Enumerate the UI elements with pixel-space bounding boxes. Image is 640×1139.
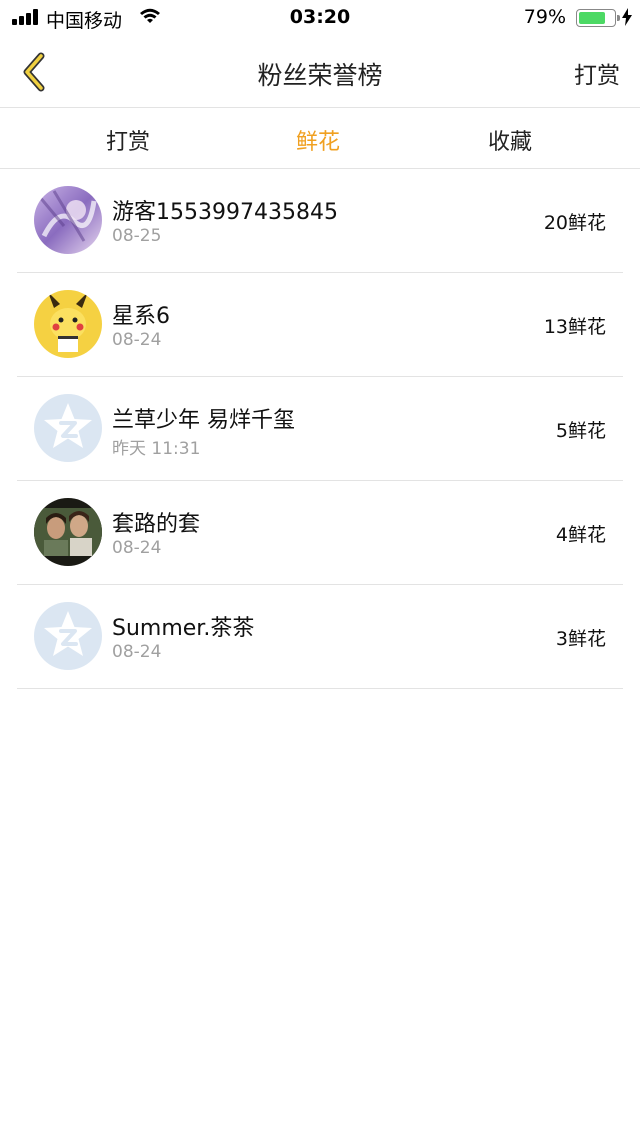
tab-reward[interactable]: 打赏	[68, 124, 188, 156]
date-label: 08-24	[112, 330, 162, 350]
date-label: 08-24	[112, 538, 162, 558]
tab-flowers[interactable]: 鲜花	[258, 124, 378, 156]
avatar[interactable]	[34, 498, 102, 566]
user-name: 兰草少年 易烊千玺	[112, 408, 295, 433]
flower-count: 4鲜花	[555, 524, 606, 546]
list-item[interactable]: 兰草少年 易烊千玺 昨天 11:31 5鲜花	[17, 377, 623, 481]
nav-bar: 粉丝荣誉榜 打赏	[0, 36, 640, 108]
date-label: 08-24	[112, 642, 162, 662]
battery-percent: 79%	[523, 6, 566, 28]
tab-bar: 打赏 鲜花 收藏	[0, 108, 640, 169]
flower-count: 13鲜花	[543, 316, 606, 338]
default-avatar-icon[interactable]	[34, 394, 102, 462]
list-item[interactable]: 星系6 08-24 13鲜花	[17, 273, 623, 377]
user-name: 游客1553997435845	[112, 200, 338, 225]
battery-icon	[576, 9, 620, 27]
page-title: 粉丝荣誉榜	[257, 61, 383, 90]
default-avatar-icon[interactable]	[34, 602, 102, 670]
date-label: 08-25	[112, 226, 162, 246]
reward-button[interactable]: 打赏	[574, 56, 620, 90]
status-bar: 中国移动 03:20 79%	[0, 0, 640, 36]
list-item[interactable]: 游客1553997435845 08-25 20鲜花	[17, 169, 623, 273]
list-item[interactable]: Summer.茶茶 08-24 3鲜花	[17, 585, 623, 689]
flower-count: 5鲜花	[555, 420, 606, 442]
date-label: 昨天 11:31	[112, 439, 201, 459]
user-name: 星系6	[112, 304, 170, 329]
list-item[interactable]: 套路的套 08-24 4鲜花	[17, 481, 623, 585]
charging-icon	[622, 8, 632, 31]
user-name: 套路的套	[112, 512, 201, 537]
fan-ranking-list: 游客1553997435845 08-25 20鲜花 星系6 08-24 13鲜…	[0, 169, 640, 689]
tab-favorites[interactable]: 收藏	[450, 124, 570, 156]
user-name: Summer.茶茶	[112, 616, 255, 641]
flower-count: 3鲜花	[555, 628, 606, 650]
avatar[interactable]	[34, 186, 102, 254]
avatar[interactable]	[34, 290, 102, 358]
flower-count: 20鲜花	[543, 212, 606, 234]
